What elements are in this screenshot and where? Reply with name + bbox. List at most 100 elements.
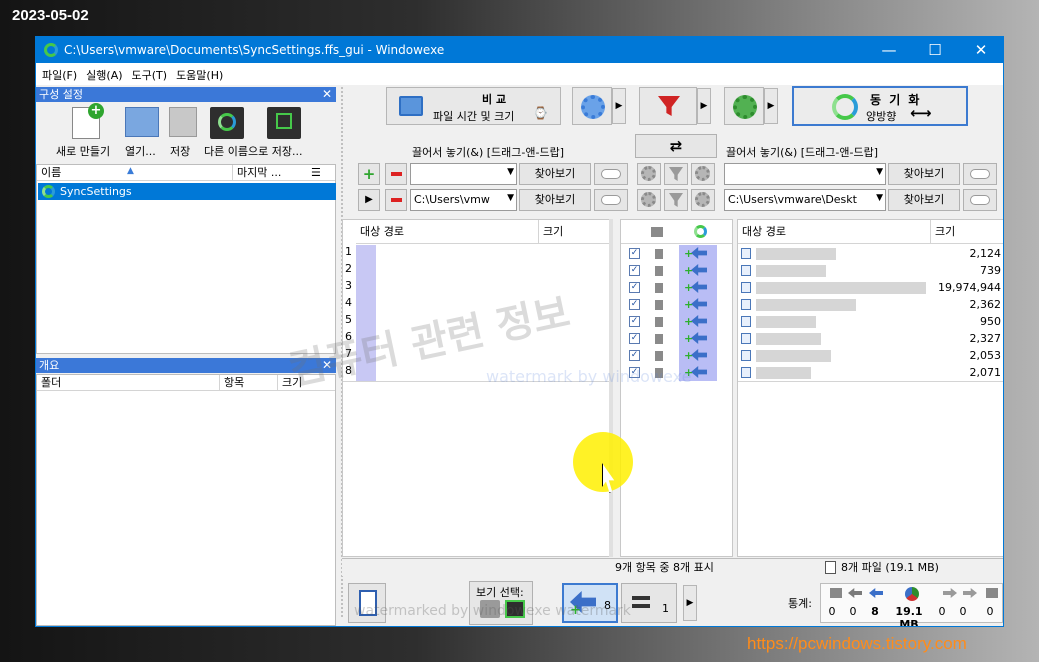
menu-run[interactable]: 실행(A) [80, 63, 125, 83]
right-browse-button-2[interactable]: 찾아보기 [888, 189, 960, 211]
right-cloud-button-2[interactable] [963, 189, 997, 211]
compare-settings-button[interactable] [572, 87, 612, 125]
right-folder-input-2[interactable]: C:\Users\vmware\Deskt ▼ [724, 189, 886, 211]
sync-action-cell[interactable]: + [679, 262, 717, 279]
row-number[interactable]: 8 [343, 364, 355, 381]
row-number[interactable]: 1 [343, 245, 355, 262]
config-col-name[interactable]: 이름 ▲ [37, 165, 232, 181]
row-checkbox[interactable]: ✓ [629, 333, 640, 344]
table-row[interactable] [356, 364, 376, 381]
sync-settings-button[interactable] [724, 87, 764, 125]
equal-filter-button[interactable]: 1 [621, 583, 677, 623]
overview-col-size[interactable]: 크기 [277, 375, 335, 391]
pair-compare-settings-2[interactable] [637, 189, 661, 211]
table-row[interactable] [356, 347, 376, 364]
pair-compare-settings-1[interactable] [637, 163, 661, 185]
filter-dropdown-arrow[interactable]: ▶ [697, 88, 711, 124]
left-folder-input-2[interactable]: C:\Users\vmw ▼ [410, 189, 517, 211]
row-checkbox[interactable]: ✓ [629, 350, 640, 361]
title-bar[interactable]: C:\Users\vmware\Documents\SyncSettings.f… [36, 37, 1003, 63]
table-row[interactable]: 739 [738, 262, 1003, 279]
sync-action-cell[interactable]: + [679, 364, 717, 381]
right-cloud-button-1[interactable] [963, 163, 997, 185]
left-cloud-button-1[interactable] [594, 163, 628, 185]
right-folder-input-1[interactable]: ▼ [724, 163, 886, 185]
menu-help[interactable]: 도움말(H) [170, 63, 226, 83]
column-menu-icon[interactable]: ☰ [307, 165, 335, 181]
left-only-filter-button[interactable]: + 8 [562, 583, 618, 623]
menu-tools[interactable]: 도구(T) [126, 63, 171, 83]
table-row[interactable] [356, 262, 376, 279]
minimize-button[interactable]: — [866, 37, 912, 63]
config-panel-close-icon[interactable]: ✕ [322, 87, 332, 102]
sync-dropdown-arrow[interactable]: ▶ [764, 88, 778, 124]
new-config-button[interactable]: + [56, 103, 112, 143]
left-browse-button-1[interactable]: 찾아보기 [519, 163, 591, 185]
row-number[interactable]: 5 [343, 313, 355, 330]
row-number[interactable]: 2 [343, 262, 355, 279]
filter-button[interactable] [639, 87, 697, 125]
left-cloud-button-2[interactable] [594, 189, 628, 211]
row-number[interactable]: 6 [343, 330, 355, 347]
right-browse-button-1[interactable]: 찾아보기 [888, 163, 960, 185]
expand-pair-button[interactable]: ▶ [358, 189, 380, 211]
view-filter-dropdown-arrow[interactable]: ▶ [683, 585, 697, 621]
row-checkbox[interactable]: ✓ [629, 299, 640, 310]
table-row[interactable]: 19,974,944 [738, 279, 1003, 296]
config-item[interactable]: SyncSettings [38, 183, 336, 200]
maximize-button[interactable]: ☐ [912, 37, 958, 63]
left-browse-button-2[interactable]: 찾아보기 [519, 189, 591, 211]
overview-panel-close-icon[interactable]: ✕ [322, 358, 332, 373]
remove-folder-pair-button-2[interactable] [385, 189, 407, 211]
left-grid-scrollbar[interactable] [609, 219, 613, 557]
sync-action-cell[interactable]: + [679, 330, 717, 347]
right-col-size[interactable]: 크기 [930, 220, 1003, 244]
swap-sides-button[interactable]: ⇄ [635, 134, 717, 158]
folder-view-icon[interactable] [480, 600, 500, 618]
table-row[interactable] [356, 330, 376, 347]
row-checkbox[interactable]: ✓ [629, 265, 640, 276]
sync-action-cell[interactable]: + [679, 279, 717, 296]
table-row[interactable] [356, 245, 376, 262]
pair-filter-1[interactable] [664, 163, 688, 185]
row-number[interactable]: 7 [343, 347, 355, 364]
sync-icon[interactable] [694, 225, 707, 238]
left-folder-input-1[interactable]: ▼ [410, 163, 517, 185]
left-col-size[interactable]: 크기 [538, 220, 611, 244]
table-row[interactable]: 2,053 [738, 347, 1003, 364]
row-checkbox[interactable]: ✓ [629, 316, 640, 327]
camera-icon[interactable] [651, 227, 663, 237]
row-number[interactable]: 3 [343, 279, 355, 296]
left-col-path[interactable]: 대상 경로 [356, 220, 538, 244]
add-folder-pair-button[interactable]: + [358, 163, 380, 185]
row-checkbox[interactable]: ✓ [629, 367, 640, 378]
pair-filter-2[interactable] [664, 189, 688, 211]
action-view-icon[interactable] [505, 600, 525, 618]
row-checkbox[interactable]: ✓ [629, 282, 640, 293]
log-button[interactable] [348, 583, 386, 623]
sync-action-cell[interactable]: + [679, 245, 717, 262]
save-batch-button[interactable] [261, 103, 317, 143]
synchronize-button[interactable]: 동 기 화 양방향 ⟷ [792, 86, 968, 126]
save-as-config-button[interactable] [204, 103, 260, 143]
pair-sync-settings-2[interactable] [691, 189, 715, 211]
menu-file[interactable]: 파일(F) [36, 63, 80, 83]
table-row[interactable] [356, 279, 376, 296]
compare-button[interactable]: 비 교 파일 시간 및 크기 ⌚ [386, 87, 561, 125]
table-row[interactable] [356, 296, 376, 313]
config-col-last[interactable]: 마지막 ... [232, 165, 307, 181]
table-row[interactable]: 2,124 [738, 245, 1003, 262]
table-row[interactable]: 950 [738, 313, 1003, 330]
table-row[interactable]: 2,362 [738, 296, 1003, 313]
row-number[interactable]: 4 [343, 296, 355, 313]
sync-action-cell[interactable]: + [679, 296, 717, 313]
table-row[interactable] [356, 313, 376, 330]
sync-action-cell[interactable]: + [679, 347, 717, 364]
overview-col-items[interactable]: 항목 [219, 375, 277, 391]
remove-folder-pair-button[interactable] [385, 163, 407, 185]
row-checkbox[interactable]: ✓ [629, 248, 640, 259]
table-row[interactable]: 2,327 [738, 330, 1003, 347]
overview-col-folder[interactable]: 폴더 [37, 375, 219, 391]
right-col-path[interactable]: 대상 경로 [738, 220, 930, 244]
pair-sync-settings-1[interactable] [691, 163, 715, 185]
